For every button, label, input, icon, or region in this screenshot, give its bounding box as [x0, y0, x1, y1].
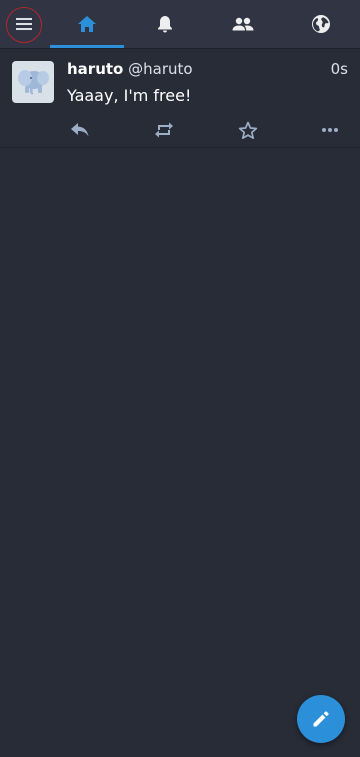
favourite-button[interactable] — [235, 118, 261, 142]
favourite-icon — [238, 121, 258, 139]
more-options-button[interactable] — [317, 118, 343, 142]
menu-button[interactable] — [0, 0, 48, 48]
app-screen: haruto @haruto 0s Yaaay, I'm free! — [0, 0, 360, 757]
tab-local[interactable] — [204, 0, 282, 48]
status-author[interactable]: haruto @haruto — [67, 60, 193, 78]
tab-bar — [48, 0, 360, 48]
elephant-avatar-icon — [18, 70, 49, 95]
reply-button[interactable] — [67, 118, 93, 142]
status-item[interactable]: haruto @haruto 0s Yaaay, I'm free! — [0, 48, 360, 148]
people-icon — [232, 17, 254, 31]
status-action-bar — [0, 118, 360, 142]
globe-icon — [312, 15, 330, 33]
compose-button[interactable] — [297, 695, 345, 743]
avatar[interactable] — [12, 61, 54, 103]
tab-home[interactable] — [48, 0, 126, 48]
tab-notifications[interactable] — [126, 0, 204, 48]
status-content: Yaaay, I'm free! — [67, 86, 192, 105]
boost-button[interactable] — [151, 118, 177, 142]
reply-icon — [71, 123, 89, 137]
home-icon — [78, 16, 96, 32]
more-icon — [322, 128, 338, 132]
bell-icon — [158, 16, 172, 33]
top-navigation-bar — [0, 0, 360, 48]
account-handle: @haruto — [128, 60, 193, 78]
display-name: haruto — [67, 60, 124, 78]
pencil-icon — [313, 711, 329, 727]
tab-federated[interactable] — [282, 0, 360, 48]
status-timestamp[interactable]: 0s — [331, 60, 348, 78]
boost-icon — [155, 122, 173, 138]
menu-highlight-ring — [6, 7, 42, 43]
